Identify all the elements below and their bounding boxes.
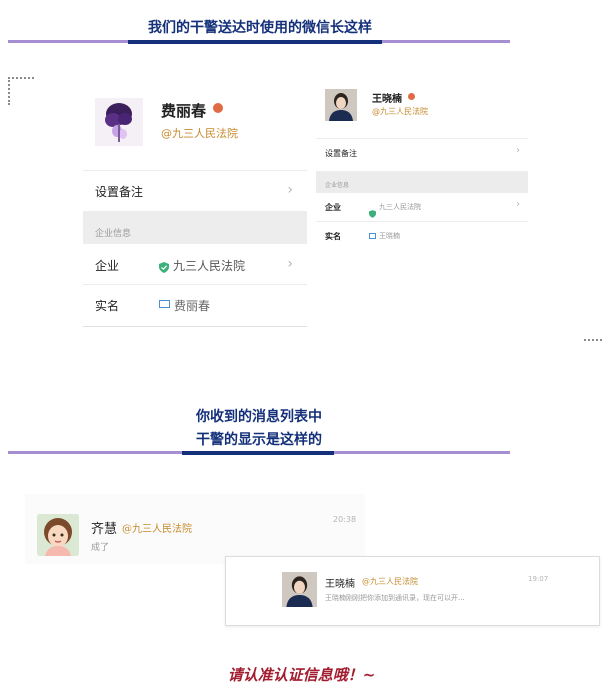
message-sender-name: 齐慧 — [91, 522, 118, 537]
middle-banner-title-line1: 你收到的消息列表中 — [180, 406, 338, 426]
set-remark-label: 设置备注 — [325, 149, 357, 158]
profile-card-large: 费丽春 @九三人民法院 设置备注 › 企业信息 企业 九三人民法院 › 实名 费… — [83, 90, 307, 328]
message-time: 20:38 — [333, 515, 357, 524]
set-remark-row[interactable]: 设置备注 › — [316, 139, 528, 167]
message-preview: 成了 — [91, 543, 110, 553]
message-org-tag: @九三人民法院 — [362, 577, 418, 586]
company-label: 企业 — [95, 259, 120, 273]
org-tag: @九三人民法院 — [372, 107, 428, 116]
decor-dots-left — [8, 77, 34, 79]
message-sender-name: 王晓楠 — [325, 579, 355, 590]
top-banner-title: 我们的干警送达时使用的微信长这样 — [121, 17, 399, 37]
top-banner-underline — [128, 40, 382, 44]
avatar — [37, 514, 79, 556]
realname-row: 实名 费丽春 — [83, 285, 307, 325]
decor-dots-right — [584, 339, 602, 341]
person-badge-icon — [213, 103, 223, 113]
company-row[interactable]: 企业 九三人民法院 › — [316, 194, 528, 220]
message-time: 19:07 — [528, 575, 549, 583]
section-title: 企业信息 — [95, 229, 132, 239]
middle-banner-title-line2: 干警的显示是这样的 — [180, 429, 338, 449]
person-badge-icon — [408, 93, 415, 100]
contact-name: 费丽春 — [161, 102, 207, 120]
set-remark-row[interactable]: 设置备注 › — [83, 171, 307, 211]
avatar[interactable] — [325, 89, 357, 121]
org-tag: @九三人民法院 — [161, 127, 238, 140]
person-photo-icon — [325, 89, 357, 121]
avatar[interactable] — [95, 98, 143, 146]
company-value: 九三人民法院 — [173, 259, 246, 273]
company-row[interactable]: 企业 九三人民法院 › — [83, 244, 307, 284]
message-item[interactable]: 王晓楠 @九三人民法院 王晓楠刚刚把你添加到通讯录，现在可以开... 19:07 — [225, 556, 600, 626]
realname-value: 王晓楠 — [379, 232, 400, 240]
chevron-right-icon: › — [287, 256, 293, 272]
divider — [83, 326, 307, 327]
chevron-right-icon: › — [287, 182, 293, 198]
company-value: 九三人民法院 — [379, 203, 421, 211]
footer-notice: 请认准认证信息哦！~ — [227, 666, 376, 684]
shield-check-icon — [369, 203, 376, 218]
flower-avatar-icon — [105, 103, 132, 142]
decor-dots-left-vertical — [8, 77, 10, 105]
message-item[interactable]: 齐慧 @九三人民法院 成了 20:38 — [25, 494, 365, 564]
cartoon-girl-avatar-icon — [37, 514, 79, 556]
section-header: 企业信息 — [316, 171, 528, 193]
chevron-right-icon: › — [516, 145, 520, 156]
profile-card-small: 王晓楠 @九三人民法院 设置备注 › 企业信息 企业 九三人民法院 › 实名 王… — [316, 84, 528, 254]
realname-value: 费丽春 — [174, 299, 211, 313]
middle-banner-underline — [182, 451, 334, 455]
realname-label: 实名 — [325, 232, 341, 241]
avatar — [282, 572, 317, 607]
section-header: 企业信息 — [83, 211, 307, 244]
shield-check-icon — [159, 258, 169, 273]
realname-row: 实名 王晓楠 — [316, 222, 528, 250]
id-card-icon — [159, 300, 170, 308]
message-org-tag: @九三人民法院 — [122, 524, 192, 535]
set-remark-label: 设置备注 — [95, 185, 144, 199]
person-photo-icon — [282, 572, 317, 607]
section-title: 企业信息 — [325, 182, 350, 189]
id-card-icon — [369, 233, 376, 239]
contact-name: 王晓楠 — [372, 94, 402, 105]
realname-label: 实名 — [95, 299, 120, 313]
message-preview: 王晓楠刚刚把你添加到通讯录，现在可以开... — [325, 594, 465, 602]
chevron-right-icon: › — [516, 199, 520, 210]
company-label: 企业 — [325, 203, 341, 212]
